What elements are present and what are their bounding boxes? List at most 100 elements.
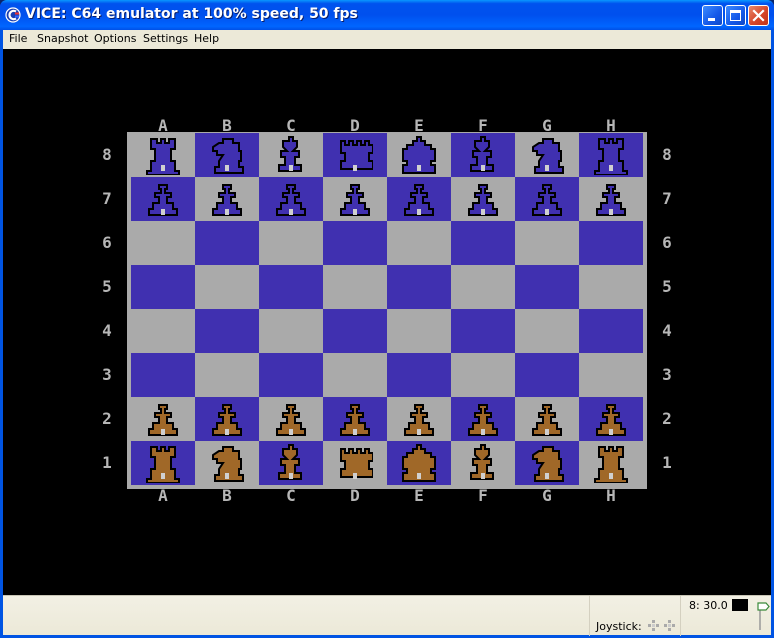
square-d7[interactable] <box>323 177 387 221</box>
square-d5[interactable] <box>323 265 387 309</box>
white-pawn-icon[interactable] <box>401 399 437 439</box>
square-a6[interactable] <box>131 221 195 265</box>
square-f7[interactable] <box>451 177 515 221</box>
square-b3[interactable] <box>195 353 259 397</box>
white-rook-icon[interactable] <box>145 443 181 483</box>
white-pawn-icon[interactable] <box>209 399 245 439</box>
white-pawn-icon[interactable] <box>337 399 373 439</box>
square-b2[interactable] <box>195 397 259 441</box>
square-b5[interactable] <box>195 265 259 309</box>
black-pawn-icon[interactable] <box>273 179 309 219</box>
white-bishop-icon[interactable] <box>273 443 309 483</box>
white-knight-icon[interactable] <box>529 443 565 483</box>
square-h2[interactable] <box>579 397 643 441</box>
square-e8[interactable] <box>387 133 451 177</box>
square-g2[interactable] <box>515 397 579 441</box>
square-c8[interactable] <box>259 133 323 177</box>
black-pawn-icon[interactable] <box>337 179 373 219</box>
black-rook-icon[interactable] <box>145 135 181 175</box>
square-h5[interactable] <box>579 265 643 309</box>
white-rook-icon[interactable] <box>593 443 629 483</box>
black-pawn-icon[interactable] <box>465 179 501 219</box>
black-pawn-icon[interactable] <box>209 179 245 219</box>
title-bar[interactable]: VICE: C64 emulator at 100% speed, 50 fps <box>0 0 774 30</box>
white-pawn-icon[interactable] <box>593 399 629 439</box>
square-e7[interactable] <box>387 177 451 221</box>
square-c7[interactable] <box>259 177 323 221</box>
square-a4[interactable] <box>131 309 195 353</box>
white-queen-icon[interactable] <box>337 443 373 483</box>
square-g8[interactable] <box>515 133 579 177</box>
emulator-screen[interactable]: AABBCCDDEEFFGGHH8877665544332211 <box>3 49 771 595</box>
square-f1[interactable] <box>451 441 515 485</box>
square-g1[interactable] <box>515 441 579 485</box>
square-h4[interactable] <box>579 309 643 353</box>
tape-counter-icon[interactable] <box>755 600 771 632</box>
square-c3[interactable] <box>259 353 323 397</box>
white-knight-icon[interactable] <box>209 443 245 483</box>
square-d2[interactable] <box>323 397 387 441</box>
black-king-icon[interactable] <box>401 135 437 175</box>
square-h7[interactable] <box>579 177 643 221</box>
square-d8[interactable] <box>323 133 387 177</box>
black-queen-icon[interactable] <box>337 135 373 175</box>
square-g4[interactable] <box>515 309 579 353</box>
square-d3[interactable] <box>323 353 387 397</box>
minimize-button[interactable] <box>702 5 723 26</box>
square-e5[interactable] <box>387 265 451 309</box>
black-pawn-icon[interactable] <box>593 179 629 219</box>
black-pawn-icon[interactable] <box>529 179 565 219</box>
square-f4[interactable] <box>451 309 515 353</box>
square-e3[interactable] <box>387 353 451 397</box>
white-pawn-icon[interactable] <box>145 399 181 439</box>
white-pawn-icon[interactable] <box>465 399 501 439</box>
square-b8[interactable] <box>195 133 259 177</box>
square-h6[interactable] <box>579 221 643 265</box>
black-knight-icon[interactable] <box>529 135 565 175</box>
black-rook-icon[interactable] <box>593 135 629 175</box>
square-g7[interactable] <box>515 177 579 221</box>
square-c2[interactable] <box>259 397 323 441</box>
square-g3[interactable] <box>515 353 579 397</box>
square-a3[interactable] <box>131 353 195 397</box>
square-c6[interactable] <box>259 221 323 265</box>
menu-help[interactable]: Help <box>194 32 219 45</box>
white-king-icon[interactable] <box>401 443 437 483</box>
black-pawn-icon[interactable] <box>401 179 437 219</box>
white-pawn-icon[interactable] <box>273 399 309 439</box>
square-b4[interactable] <box>195 309 259 353</box>
square-b1[interactable] <box>195 441 259 485</box>
square-c4[interactable] <box>259 309 323 353</box>
black-bishop-icon[interactable] <box>465 135 501 175</box>
square-a5[interactable] <box>131 265 195 309</box>
black-pawn-icon[interactable] <box>145 179 181 219</box>
black-bishop-icon[interactable] <box>273 135 309 175</box>
square-h1[interactable] <box>579 441 643 485</box>
square-e6[interactable] <box>387 221 451 265</box>
square-f2[interactable] <box>451 397 515 441</box>
white-bishop-icon[interactable] <box>465 443 501 483</box>
square-e4[interactable] <box>387 309 451 353</box>
white-pawn-icon[interactable] <box>529 399 565 439</box>
menu-settings[interactable]: Settings <box>143 32 188 45</box>
black-knight-icon[interactable] <box>209 135 245 175</box>
square-g6[interactable] <box>515 221 579 265</box>
close-button[interactable] <box>748 5 769 26</box>
square-c1[interactable] <box>259 441 323 485</box>
square-b6[interactable] <box>195 221 259 265</box>
square-d6[interactable] <box>323 221 387 265</box>
square-d1[interactable] <box>323 441 387 485</box>
menu-file[interactable]: File <box>9 32 27 45</box>
square-a2[interactable] <box>131 397 195 441</box>
menu-options[interactable]: Options <box>94 32 136 45</box>
square-d4[interactable] <box>323 309 387 353</box>
menu-snapshot[interactable]: Snapshot <box>37 32 88 45</box>
square-e1[interactable] <box>387 441 451 485</box>
square-f6[interactable] <box>451 221 515 265</box>
square-f5[interactable] <box>451 265 515 309</box>
square-a7[interactable] <box>131 177 195 221</box>
square-a1[interactable] <box>131 441 195 485</box>
square-h3[interactable] <box>579 353 643 397</box>
square-g5[interactable] <box>515 265 579 309</box>
square-c5[interactable] <box>259 265 323 309</box>
